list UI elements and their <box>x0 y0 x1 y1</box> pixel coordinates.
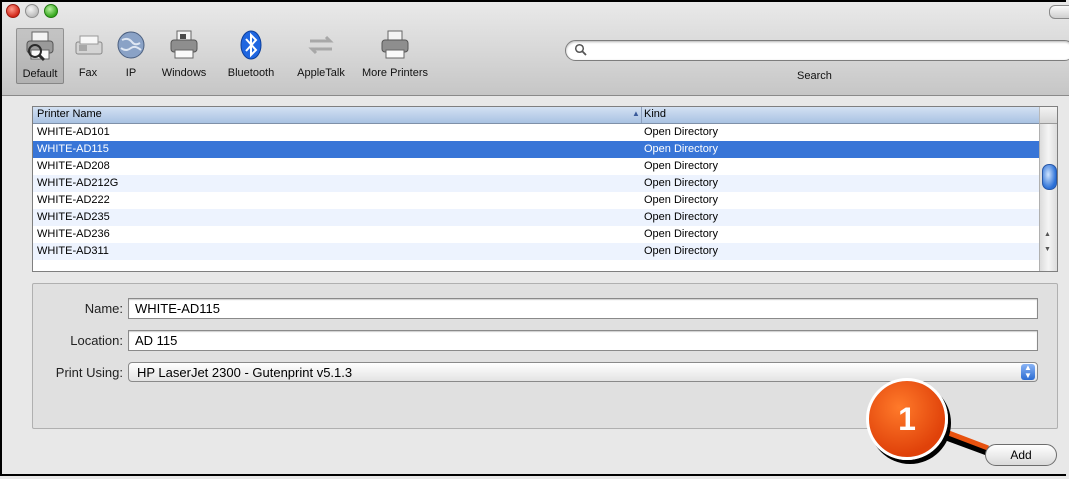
screenshot-frame <box>0 0 1066 476</box>
